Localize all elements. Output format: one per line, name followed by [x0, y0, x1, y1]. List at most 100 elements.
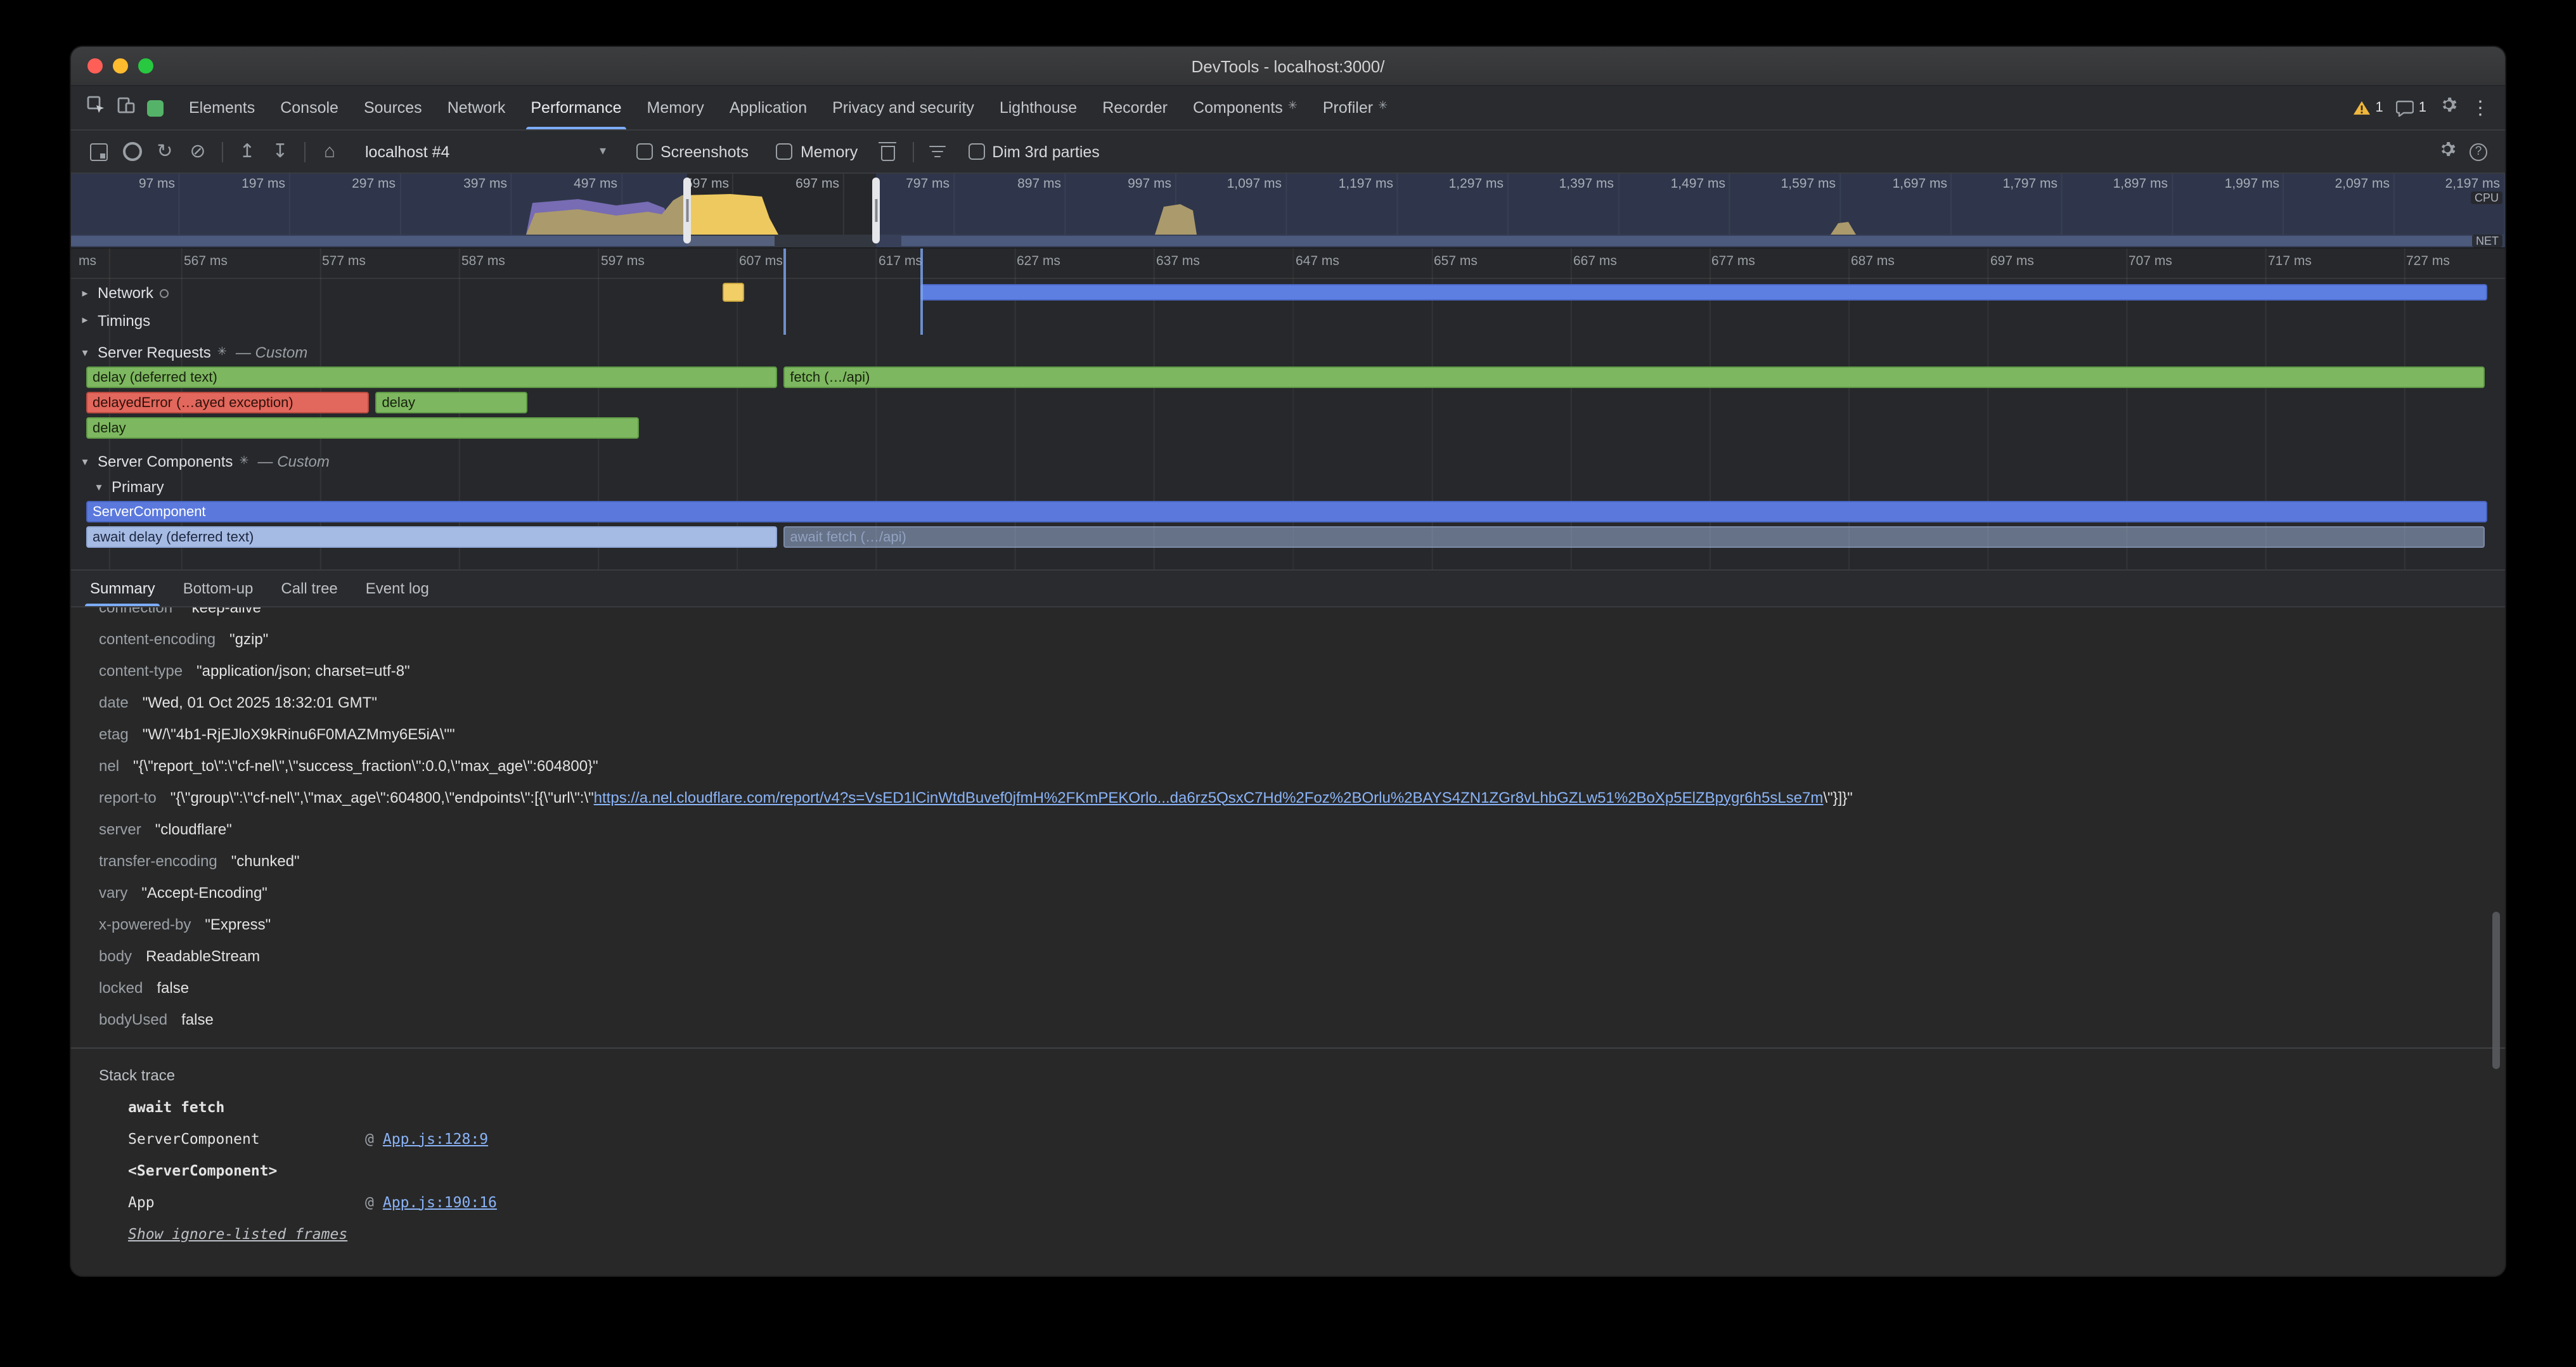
timings-track[interactable]: ▸ Timings — [71, 307, 2505, 334]
settings-gear-icon[interactable] — [2439, 95, 2458, 120]
report-to-url-link[interactable]: https://a.nel.cloudflare.com/report/v4?s… — [594, 788, 1824, 806]
collapse-icon[interactable]: ▾ — [79, 346, 91, 360]
save-profile-button[interactable]: ↧ — [265, 136, 295, 167]
panel-tab[interactable]: Components ✳ — [1180, 86, 1310, 129]
frame-location-link[interactable]: App.js:128:9 — [383, 1129, 488, 1147]
track-config-icon[interactable] — [160, 288, 169, 297]
collapse-icon[interactable]: ▾ — [93, 480, 105, 494]
expand-icon[interactable]: ▸ — [79, 286, 91, 300]
ruler-label: 577 ms — [322, 254, 366, 269]
inspect-icon[interactable] — [86, 95, 105, 120]
memory-checkbox[interactable]: Memory — [776, 143, 858, 160]
flame-ruler: ms567 ms577 ms587 ms597 ms607 ms617 ms62… — [71, 249, 2505, 279]
primary-subtrack-header[interactable]: ▾ Primary — [71, 474, 2505, 500]
panel-tabs: Elements Console Sources Network Perform… — [176, 86, 1400, 129]
server-components-row-1: ServerComponent — [71, 500, 2505, 525]
overview-ruler-label: 197 ms — [242, 176, 289, 191]
extension-icon[interactable] — [147, 100, 164, 116]
dim-3rd-parties-checkbox[interactable]: Dim 3rd parties — [968, 143, 1100, 160]
drawer-tab[interactable]: Summary — [76, 571, 169, 606]
record-and-reload-button[interactable]: ↻ — [150, 136, 180, 167]
server-requests-header[interactable]: ▾ Server Requests ✳ — Custom — [71, 340, 2505, 365]
expand-icon[interactable]: ▸ — [79, 313, 91, 327]
panel-tab-label: Privacy and security — [832, 99, 974, 117]
flame-bar[interactable]: fetch (…/api) — [783, 366, 2485, 388]
more-menu-icon[interactable]: ⋮ — [2471, 98, 2490, 117]
server-requests-row-3: delay — [71, 416, 2505, 441]
frame-function: <ServerComponent> — [128, 1161, 365, 1179]
panel-tab[interactable]: Privacy and security — [820, 86, 987, 129]
frame-function: ServerComponent — [128, 1129, 365, 1147]
network-request-bar[interactable] — [920, 284, 2487, 301]
extension-track-dot-icon: ✳ — [239, 453, 248, 467]
drawer-tab[interactable]: Event log — [352, 571, 443, 606]
panel-tab[interactable]: Profiler ✳ — [1310, 86, 1400, 129]
flame-bar[interactable]: await fetch (…/api) — [783, 526, 2485, 548]
history-select[interactable]: localhost #4 ▾ — [355, 136, 614, 167]
panel-tab-label: Lighthouse — [1000, 99, 1077, 117]
flame-bar[interactable]: delay — [86, 417, 638, 439]
header-row: connection "keep-alive" — [71, 607, 2505, 623]
header-value: "{\"group\":\"cf-nel\",\"max_age\":60480… — [171, 788, 1853, 806]
show-ignore-listed-link[interactable]: Show ignore-listed frames — [128, 1217, 2505, 1249]
flame-bar[interactable]: delayedError (…ayed exception) — [86, 392, 370, 413]
panel-tab[interactable]: Sources — [351, 86, 435, 129]
header-value: "gzip" — [229, 630, 268, 647]
panel-tab[interactable]: Application — [717, 86, 820, 129]
console-messages-badge[interactable]: 1 — [2396, 100, 2426, 116]
frame-location-link[interactable]: App.js:190:16 — [383, 1193, 497, 1210]
flame-bar[interactable]: delay — [375, 392, 527, 413]
frame-location: @App.js:190:16 — [365, 1193, 497, 1210]
checkbox-box — [968, 143, 984, 160]
server-requests-row-1: delay (deferred text)fetch (…/api) — [71, 365, 2505, 391]
help-icon[interactable]: ? — [2470, 143, 2487, 160]
timings-track-label[interactable]: ▸ Timings — [79, 311, 150, 329]
clear-button[interactable]: ⊘ — [183, 136, 213, 167]
selection-handle-left[interactable] — [683, 178, 691, 243]
overview-ruler-label: 2,097 ms — [2335, 176, 2393, 191]
drawer-tab[interactable]: Call tree — [267, 571, 351, 606]
record-button[interactable] — [117, 136, 147, 167]
screenshots-checkbox[interactable]: Screenshots — [636, 143, 749, 160]
panel-tab[interactable]: Network — [435, 86, 518, 129]
flame-chart[interactable]: ms567 ms577 ms587 ms597 ms607 ms617 ms62… — [71, 249, 2505, 569]
checkbox-box — [636, 143, 653, 160]
flame-bar[interactable]: await delay (deferred text) — [86, 526, 778, 548]
header-key: server — [99, 820, 141, 838]
network-track[interactable]: ▸ Network — [71, 279, 2505, 307]
collect-garbage-button[interactable] — [873, 136, 903, 167]
home-button[interactable]: ⌂ — [314, 136, 345, 167]
server-components-header[interactable]: ▾ Server Components ✳ — Custom — [71, 449, 2505, 474]
device-toolbar-icon[interactable] — [117, 95, 136, 120]
warning-badge[interactable]: 1 — [2353, 100, 2383, 115]
experimental-dot-icon: ✳ — [1288, 98, 1298, 112]
panel-tab[interactable]: Elements — [176, 86, 267, 129]
header-value: "Accept-Encoding" — [141, 883, 267, 901]
panel-tab[interactable]: Lighthouse — [987, 86, 1090, 129]
stack-trace-section: Stack trace await fetch ServerComponent … — [71, 1047, 2505, 1249]
panel-tab[interactable]: Console — [267, 86, 351, 129]
panel-tab[interactable]: Recorder — [1090, 86, 1180, 129]
summary-pane[interactable]: connection "keep-alive" content-encoding… — [71, 607, 2505, 1276]
collapse-icon[interactable]: ▾ — [79, 455, 91, 469]
flame-bar[interactable]: delay (deferred text) — [86, 366, 778, 388]
network-request-bar[interactable] — [723, 283, 744, 302]
ruler-label: 707 ms — [2128, 254, 2172, 269]
throttling-icon[interactable] — [922, 136, 953, 167]
header-key: nel — [99, 756, 119, 774]
panel-tab[interactable]: Memory — [634, 86, 717, 129]
selection-handle-right[interactable] — [872, 178, 880, 243]
panel-tab[interactable]: Performance — [518, 86, 634, 129]
summary-scrollbar[interactable] — [2492, 912, 2500, 1069]
flame-bar[interactable]: ServerComponent — [86, 501, 2487, 522]
header-key: x-powered-by — [99, 915, 191, 933]
drawer-tab[interactable]: Bottom-up — [169, 571, 267, 606]
timeline-overview[interactable]: 97 ms197 ms297 ms397 ms497 ms597 ms697 m… — [71, 174, 2505, 249]
network-track-label[interactable]: ▸ Network — [79, 284, 169, 302]
overview-ruler-label: 397 ms — [463, 176, 511, 191]
load-profile-button[interactable]: ↥ — [232, 136, 262, 167]
header-key: content-encoding — [99, 630, 216, 647]
live-metrics-icon[interactable] — [84, 136, 114, 167]
panel-tab-label: Components — [1193, 99, 1283, 117]
capture-settings-gear-icon[interactable] — [2438, 139, 2457, 164]
